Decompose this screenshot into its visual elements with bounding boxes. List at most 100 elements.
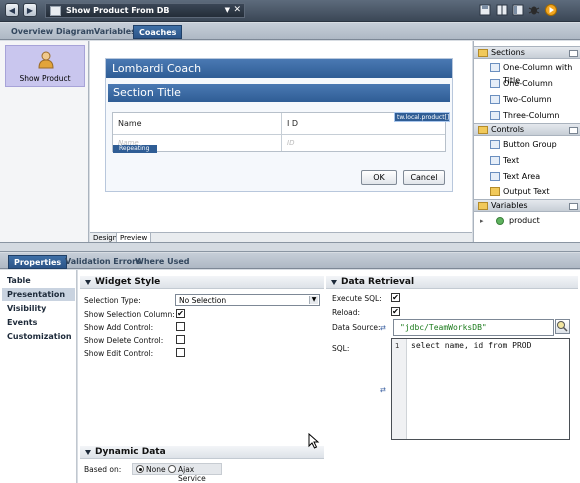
coach-header: Lombardi Coach: [106, 59, 452, 78]
save-icon[interactable]: [479, 4, 491, 16]
ok-button[interactable]: OK: [361, 170, 397, 185]
reload-checkbox[interactable]: ✔: [391, 307, 400, 316]
based-on-radio-group: None Ajax Service: [132, 463, 222, 483]
user-icon: [38, 51, 54, 69]
palette-item-label: Button Group: [503, 140, 557, 149]
palette-item-text[interactable]: Text: [490, 154, 519, 167]
collapse-icon[interactable]: [569, 203, 578, 210]
show-delete-label: Show Delete Control:: [84, 336, 164, 345]
palette-item-label: One-Column: [503, 79, 553, 88]
text-field-icon: [490, 156, 500, 165]
palette-variables-title: Variables: [491, 201, 528, 210]
browse-button[interactable]: [555, 319, 570, 334]
section-icon: [490, 79, 500, 88]
tab-properties[interactable]: Properties: [8, 255, 68, 269]
title-bar: ◀ ▶ Show Product From DB ▼ ✕: [0, 0, 580, 22]
row-divider: [113, 134, 445, 135]
palette-item-three-column[interactable]: Three-Column: [490, 109, 559, 122]
palette-item-label: Three-Column: [503, 111, 560, 120]
palette-item-label: Two-Column: [503, 95, 552, 104]
show-selection-checkbox[interactable]: ✔: [176, 309, 185, 318]
text-area-icon: [490, 172, 500, 181]
palette-item-one-column-title[interactable]: One-Column with Title: [490, 61, 580, 85]
collapse-triangle-icon[interactable]: [85, 280, 91, 285]
tab-coaches[interactable]: Coaches: [133, 25, 183, 39]
data-retrieval-header[interactable]: Data Retrieval: [326, 276, 578, 289]
expand-arrow-icon[interactable]: ▸: [480, 217, 484, 225]
coach-file-icon: [50, 6, 61, 16]
coach-item-show-product[interactable]: Show Product: [5, 45, 85, 87]
dynamic-data-header[interactable]: Dynamic Data: [80, 446, 324, 459]
collapse-triangle-icon[interactable]: [331, 280, 337, 285]
panel-splitter[interactable]: [0, 242, 580, 252]
editor-title-selector[interactable]: Show Product From DB ▼ ✕: [45, 3, 245, 18]
run-icon[interactable]: [545, 4, 557, 16]
chevron-down-icon[interactable]: ▼: [309, 296, 318, 304]
execute-sql-checkbox[interactable]: ✔: [391, 293, 400, 302]
show-delete-checkbox[interactable]: [176, 335, 185, 344]
palette-sections-header[interactable]: Sections: [474, 46, 580, 59]
palette-item-button-group[interactable]: Button Group: [490, 138, 557, 151]
sql-label: SQL:: [332, 344, 350, 353]
palette-item-output-text[interactable]: Output Text: [490, 185, 550, 198]
palette-item-two-column[interactable]: Two-Column: [490, 93, 552, 106]
palette-item-label: Output Text: [503, 187, 550, 196]
palette-item-label: Text: [503, 156, 520, 165]
section-title[interactable]: Section Title: [108, 84, 450, 102]
data-source-field[interactable]: "jdbc/TeamWorksDB": [393, 319, 554, 336]
repeating-badge: Repeating: [113, 145, 157, 153]
data-retrieval-title: Data Retrieval: [341, 277, 415, 287]
chevron-down-icon[interactable]: ▼: [225, 6, 230, 14]
sql-editor[interactable]: 1 select name, id from PROD: [391, 338, 570, 440]
nav-table[interactable]: Table: [2, 274, 75, 287]
cancel-button[interactable]: Cancel: [403, 170, 445, 185]
link-icon[interactable]: ⇄: [380, 386, 386, 394]
mouse-cursor-icon: [308, 433, 320, 449]
palette-variables-header[interactable]: Variables: [474, 199, 580, 212]
show-add-checkbox[interactable]: [176, 322, 185, 331]
coach-form[interactable]: Lombardi Coach Section Title Name I D Na…: [105, 58, 453, 192]
link-icon[interactable]: ⇄: [380, 324, 386, 332]
placeholder-id: ID: [287, 139, 295, 147]
reload-label: Reload:: [332, 308, 361, 317]
tab-overview[interactable]: Overview: [9, 25, 55, 39]
radio-ajax-service[interactable]: [168, 465, 176, 473]
palette-variable-product[interactable]: product: [496, 214, 540, 227]
tab-variables[interactable]: Variables: [92, 25, 138, 39]
coach-item-label: Show Product: [19, 74, 71, 83]
back-arrow-icon[interactable]: ◀: [5, 3, 19, 17]
widget-style-header[interactable]: Widget Style: [80, 276, 324, 289]
nav-presentation[interactable]: Presentation: [2, 288, 75, 301]
tab-where-used[interactable]: Where Used: [133, 255, 192, 269]
dynamic-data-title: Dynamic Data: [95, 447, 166, 457]
close-icon[interactable]: ✕: [233, 5, 241, 15]
show-edit-label: Show Edit Control:: [84, 349, 154, 358]
folder-icon: [478, 202, 488, 210]
nav-events[interactable]: Events: [2, 316, 75, 329]
search-icon: [557, 321, 568, 332]
palette-sections-title: Sections: [491, 48, 525, 57]
layout-icon[interactable]: [512, 4, 524, 16]
folder-icon: [478, 49, 488, 57]
collapse-icon[interactable]: [569, 127, 578, 134]
nav-customization[interactable]: Customization: [2, 330, 75, 343]
table-control[interactable]: Name I D Name ID Repeating tw.local.prod…: [112, 112, 450, 153]
section-icon: [490, 95, 500, 104]
palette-item-text-area[interactable]: Text Area: [490, 170, 540, 183]
column-header-name: Name: [118, 119, 142, 128]
collapse-triangle-icon[interactable]: [85, 450, 91, 455]
tab-validation-errors[interactable]: Validation Errors: [63, 255, 143, 269]
radio-ajax-label: Ajax Service: [178, 465, 206, 483]
palette-item-one-column[interactable]: One-Column: [490, 77, 553, 90]
radio-none[interactable]: [136, 465, 144, 473]
nav-visibility[interactable]: Visibility: [2, 302, 75, 315]
selection-type-select[interactable]: No Selection ▼: [175, 294, 320, 306]
bug-icon[interactable]: [528, 4, 540, 16]
columns-view-icon[interactable]: [496, 4, 508, 16]
tab-diagram[interactable]: Diagram: [54, 25, 96, 39]
collapse-icon[interactable]: [569, 50, 578, 57]
palette-controls-header[interactable]: Controls: [474, 123, 580, 136]
show-edit-checkbox[interactable]: [176, 348, 185, 357]
properties-tabs: Properties Validation Errors Where Used: [0, 253, 580, 269]
forward-arrow-icon[interactable]: ▶: [23, 3, 37, 17]
